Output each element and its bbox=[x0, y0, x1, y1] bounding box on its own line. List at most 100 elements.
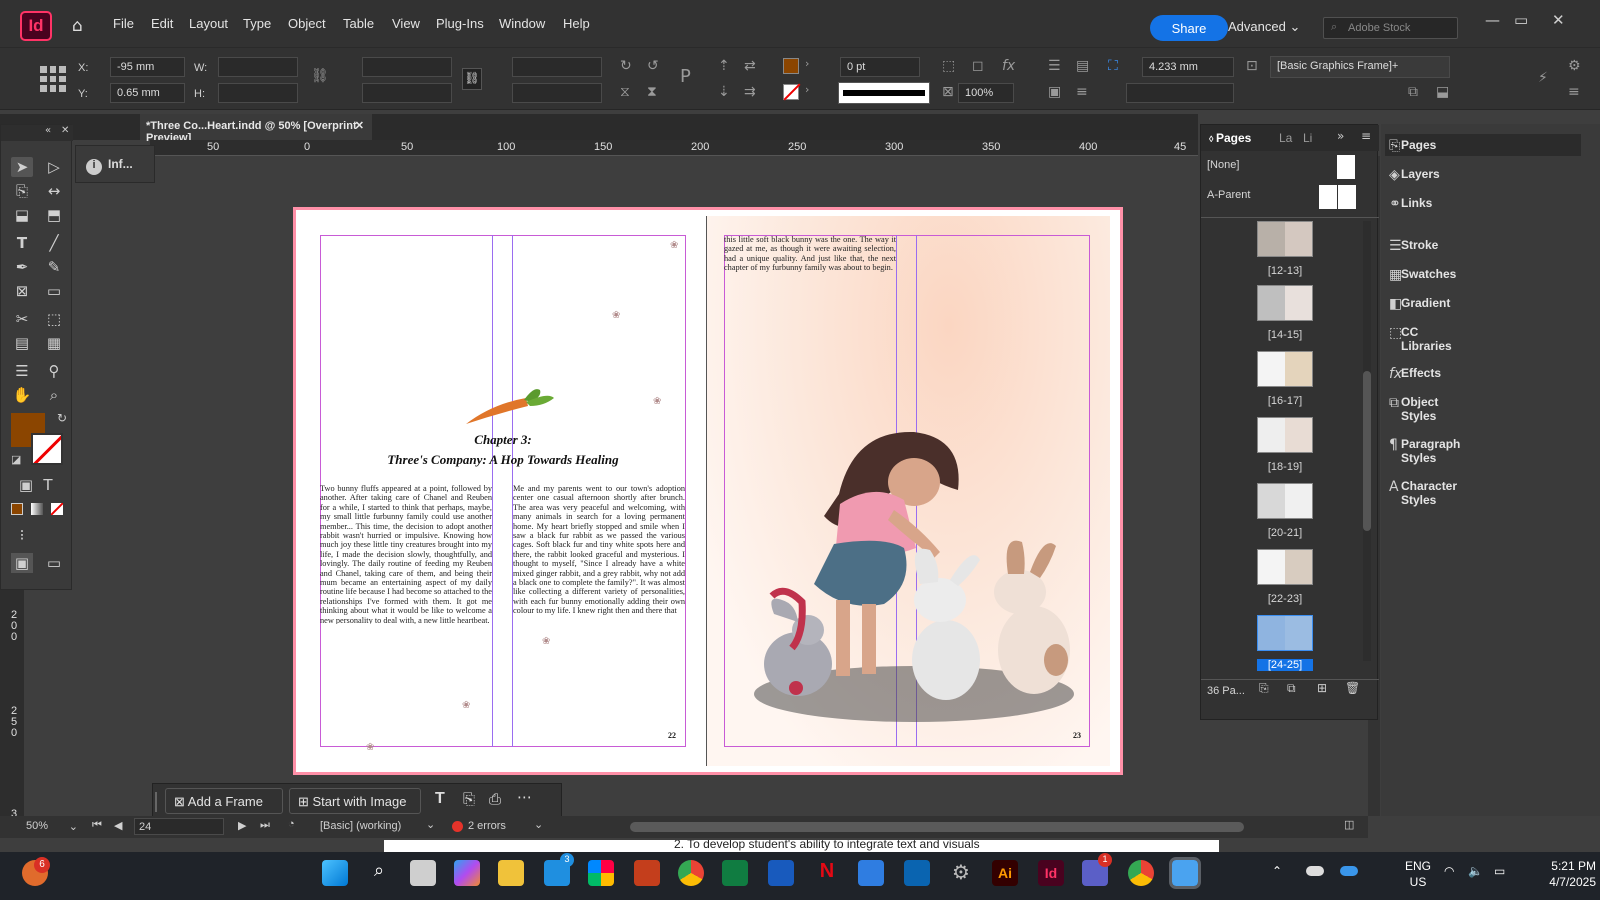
type-tool-icon[interactable]: T bbox=[11, 233, 33, 253]
select-content-icon[interactable]: ⇣ bbox=[718, 84, 730, 100]
content-collector-icon[interactable]: ⬓ bbox=[11, 205, 33, 225]
start-windows-icon[interactable] bbox=[322, 860, 348, 886]
dock-item-links[interactable]: Links bbox=[1401, 196, 1432, 210]
spread-thumb[interactable] bbox=[1257, 417, 1313, 453]
auto-fit-icon[interactable]: ⊡ bbox=[1246, 58, 1258, 74]
chevron-down-icon[interactable]: ⌄ bbox=[426, 818, 435, 831]
info-panel-button[interactable]: i Inf... bbox=[75, 145, 155, 183]
corner-options-icon[interactable]: ⛶ bbox=[1108, 58, 1118, 74]
maximize-icon[interactable]: ▭ bbox=[1514, 11, 1528, 29]
panel-group-pages[interactable]: ⎘ Pages bbox=[1389, 138, 1436, 154]
battery-icon[interactable]: ▭ bbox=[1494, 864, 1505, 878]
input-language[interactable]: ENG US bbox=[1403, 858, 1433, 890]
tab-layers[interactable]: La bbox=[1279, 131, 1292, 145]
constrain-proportions-icon[interactable]: ⛓ bbox=[311, 68, 329, 84]
new-page-icon[interactable]: ⊞ bbox=[1317, 681, 1327, 695]
close-icon[interactable]: ✕ bbox=[61, 125, 69, 136]
rotation-field[interactable] bbox=[512, 57, 602, 77]
scale-y-field[interactable] bbox=[362, 83, 452, 103]
flip-horizontal-icon[interactable]: ⧖ bbox=[620, 84, 630, 100]
chapter-label[interactable]: Chapter 3: bbox=[320, 432, 686, 448]
effects-fx-icon[interactable]: fx bbox=[1002, 58, 1015, 74]
formatting-text-icon[interactable]: T bbox=[37, 475, 59, 495]
menu-edit[interactable]: Edit bbox=[151, 16, 173, 31]
panel-group-paragraph-styles[interactable]: ¶ Paragraph Styles bbox=[1389, 437, 1460, 465]
placeholder-text-icon[interactable]: ⁝ bbox=[11, 525, 33, 545]
line-tool-icon[interactable]: ╱ bbox=[43, 233, 65, 253]
height-field[interactable] bbox=[218, 83, 298, 103]
dock-item-swatches[interactable]: Swatches bbox=[1401, 267, 1456, 281]
menu-window[interactable]: Window bbox=[499, 16, 545, 31]
pen-tool-icon[interactable]: ✒ bbox=[11, 257, 33, 277]
stroke-weight-field[interactable]: 0 pt bbox=[840, 57, 920, 77]
shear-field[interactable] bbox=[512, 83, 602, 103]
photos-icon[interactable] bbox=[588, 860, 614, 886]
preflight-profile[interactable]: [Basic] (working) bbox=[320, 820, 401, 832]
master-a-thumb-right[interactable] bbox=[1338, 185, 1356, 209]
system-clock[interactable]: 5:21 PM 4/7/2025 bbox=[1528, 858, 1596, 890]
document-tab[interactable]: *Three Co...Heart.indd @ 50% [Overprint … bbox=[140, 114, 372, 144]
stroke-swatch[interactable] bbox=[783, 83, 801, 101]
more-options-icon[interactable]: ⋯ bbox=[517, 788, 532, 806]
dock-item-paragraph-styles[interactable]: Paragraph Styles bbox=[1401, 437, 1460, 465]
excel-icon[interactable] bbox=[722, 860, 748, 886]
zoom-tool-icon[interactable]: ⌕ bbox=[43, 385, 65, 405]
dock-item-pages[interactable]: Pages bbox=[1401, 138, 1436, 152]
expand-panels-icon[interactable]: » bbox=[1337, 129, 1344, 143]
tray-chevron-up-icon[interactable]: ⌃ bbox=[1272, 864, 1282, 878]
offset-field[interactable]: 4.233 mm bbox=[1142, 57, 1234, 77]
pencil-tool-icon[interactable]: ✎ bbox=[43, 257, 65, 277]
split-view-icon[interactable]: ◫ bbox=[1344, 818, 1354, 831]
panel-group-links[interactable]: ⚭ Links bbox=[1389, 196, 1432, 212]
body-text-continued[interactable]: this little soft black bunny was the one… bbox=[724, 235, 896, 275]
master-none[interactable]: [None] bbox=[1207, 159, 1239, 171]
minimize-icon[interactable]: — bbox=[1485, 11, 1500, 29]
rectangle-tool-icon[interactable]: ▭ bbox=[43, 281, 65, 301]
scale-x-field[interactable] bbox=[362, 57, 452, 77]
delete-page-icon[interactable]: 🗑 bbox=[1345, 681, 1360, 695]
tab-pages[interactable]: ◊ Pages bbox=[1209, 131, 1251, 145]
spread-thumb[interactable] bbox=[1257, 549, 1313, 585]
spread-thumb[interactable] bbox=[1257, 351, 1313, 387]
horizontal-scrollbar[interactable] bbox=[630, 822, 1244, 832]
dock-item-object-styles[interactable]: Object Styles bbox=[1401, 395, 1438, 423]
master-a-parent[interactable]: A-Parent bbox=[1207, 189, 1250, 201]
dock-item-effects[interactable]: Effects bbox=[1401, 366, 1441, 380]
style-override-icon[interactable]: ⧉ bbox=[1408, 84, 1418, 100]
drag-handle[interactable] bbox=[155, 792, 157, 812]
text-path-icon[interactable]: P bbox=[680, 66, 691, 87]
settings-gear-icon[interactable]: ⚙ bbox=[948, 860, 974, 886]
chapter-title[interactable]: Three's Company: A Hop Towards Healing bbox=[320, 452, 686, 468]
flip-vertical-icon[interactable]: ⧗ bbox=[647, 84, 657, 100]
spread-thumb-selected[interactable] bbox=[1257, 615, 1313, 651]
scissors-tool-icon[interactable]: ✂ bbox=[11, 309, 33, 329]
gap-tool-icon[interactable]: ↔ bbox=[43, 181, 65, 201]
copilot-icon[interactable] bbox=[454, 860, 480, 886]
corner-shape-select[interactable] bbox=[1126, 83, 1234, 103]
calendar-icon[interactable] bbox=[858, 860, 884, 886]
home-icon[interactable]: ⌂ bbox=[72, 16, 83, 36]
menu-plugins[interactable]: Plug-Ins bbox=[436, 16, 484, 31]
page-number-field[interactable]: 24 bbox=[134, 818, 224, 835]
text-wrap-none-icon[interactable]: ☰ bbox=[1048, 58, 1061, 74]
screen-mode-icon[interactable]: ▭ bbox=[43, 553, 65, 573]
content-placer-icon[interactable]: ⬒ bbox=[43, 205, 65, 225]
panel-group-object-styles[interactable]: ⧉ Object Styles bbox=[1389, 395, 1438, 423]
horizontal-ruler[interactable]: 50 0 50 100 150 200 250 300 350 400 45 bbox=[150, 140, 1198, 156]
workspace-switcher[interactable]: Advanced ⌄ bbox=[1228, 19, 1300, 35]
swap-colors-icon[interactable]: ↻ bbox=[57, 411, 67, 425]
panel-group-cc-libraries[interactable]: ⬚ CC Libraries bbox=[1389, 325, 1452, 353]
wifi-icon[interactable]: ◠ bbox=[1444, 864, 1454, 878]
dock-item-character-styles[interactable]: Character Styles bbox=[1401, 479, 1457, 507]
spread-thumb[interactable] bbox=[1257, 483, 1313, 519]
body-text-column-left[interactable]: Two bunny fluffs appeared at a point, fo… bbox=[320, 484, 492, 624]
chevron-down-icon[interactable]: ⌄ bbox=[534, 818, 543, 831]
close-tab-icon[interactable]: ✕ bbox=[355, 119, 364, 132]
spread-thumb[interactable] bbox=[1257, 285, 1313, 321]
chrome-profile-icon[interactable] bbox=[1128, 860, 1154, 886]
indesign-taskbar-icon[interactable]: Id bbox=[1038, 860, 1064, 886]
stroke-color-box[interactable] bbox=[31, 433, 63, 465]
panel-group-character-styles[interactable]: A Character Styles bbox=[1389, 479, 1457, 507]
gradient-swatch-icon[interactable]: ▤ bbox=[11, 333, 33, 353]
master-none-thumb[interactable] bbox=[1337, 155, 1355, 179]
